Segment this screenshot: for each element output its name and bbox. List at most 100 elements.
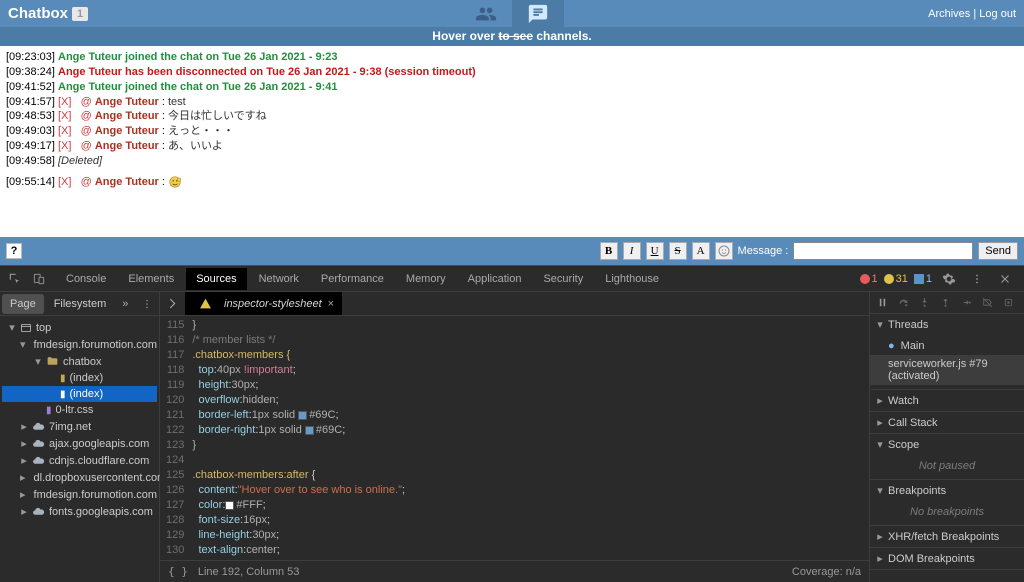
debugger-toolbar — [870, 292, 1024, 314]
step-out-button[interactable] — [935, 292, 955, 314]
members-tab[interactable] — [460, 0, 512, 27]
navigator-more[interactable]: » — [116, 296, 134, 312]
more-button[interactable] — [966, 268, 988, 290]
message-row: [09:41:57] [X] @ Ange Tuteur : test — [6, 95, 1018, 110]
devtools-tab-network[interactable]: Network — [249, 268, 309, 290]
kebab-icon — [970, 272, 984, 286]
file-tab-label: inspector-stylesheet — [224, 298, 322, 310]
thread-main[interactable]: ●Main — [870, 337, 1024, 355]
bold-button[interactable]: B — [600, 242, 618, 260]
delete-message-button[interactable]: [X] — [58, 176, 71, 188]
channels-banner[interactable]: Hover over to see channels. — [0, 27, 1024, 46]
close-devtools-button[interactable] — [994, 268, 1016, 290]
tree-item[interactable]: ▮0-ltr.css — [2, 402, 157, 418]
devtools-tab-console[interactable]: Console — [56, 268, 116, 290]
callstack-section[interactable]: ▸Call Stack — [870, 412, 1024, 433]
filesystem-tab[interactable]: Filesystem — [46, 294, 115, 314]
close-tab-button[interactable]: × — [328, 298, 334, 310]
watch-section[interactable]: ▸Watch — [870, 390, 1024, 411]
username-link[interactable]: Ange Tuteur — [95, 96, 159, 108]
tree-item[interactable]: ▸7img.net — [2, 418, 157, 435]
step-over-button[interactable] — [893, 292, 913, 314]
message-row: [09:23:03] Ange Tuteur joined the chat o… — [6, 50, 1018, 65]
mention-button[interactable]: @ — [81, 176, 92, 188]
username-link[interactable]: Ange Tuteur — [95, 125, 159, 137]
devtools-status: 1 31 1 — [860, 268, 1021, 290]
help-button[interactable]: ? — [6, 243, 22, 259]
pretty-print-button[interactable]: { } — [168, 565, 188, 578]
tree-item[interactable]: ▸fmdesign.forumotion.com — [2, 486, 157, 503]
delete-message-button[interactable]: [X] — [58, 125, 71, 137]
italic-button[interactable]: I — [623, 242, 641, 260]
error-count[interactable]: 1 — [860, 273, 878, 285]
emoji-button[interactable] — [715, 242, 733, 260]
tree-item[interactable]: ▮(index) — [2, 370, 157, 386]
threads-section[interactable]: ▾Threads — [870, 314, 1024, 335]
devtools-tab-security[interactable]: Security — [533, 268, 593, 290]
message-input[interactable] — [793, 242, 973, 260]
logout-link[interactable]: Log out — [979, 8, 1016, 20]
strike-button[interactable]: S — [669, 242, 687, 260]
devtools-tab-application[interactable]: Application — [458, 268, 532, 290]
devtools-tab-memory[interactable]: Memory — [396, 268, 456, 290]
devtools-tab-elements[interactable]: Elements — [118, 268, 184, 290]
archives-link[interactable]: Archives — [928, 8, 970, 20]
pause-button[interactable] — [872, 292, 892, 314]
delete-message-button[interactable]: [X] — [58, 140, 71, 152]
tree-item[interactable]: ▸fonts.googleapis.com — [2, 503, 157, 520]
inspect-element-button[interactable] — [4, 268, 26, 290]
pause-exceptions-button[interactable] — [998, 292, 1018, 314]
message-row: [09:49:17] [X] @ Ange Tuteur : あ、いいよ — [6, 139, 1018, 154]
scope-section[interactable]: ▾Scope — [870, 434, 1024, 455]
color-button[interactable]: A — [692, 242, 710, 260]
smiley-icon — [718, 245, 730, 257]
tree-item[interactable]: ▾chatbox — [2, 353, 157, 370]
editor-footer: { } Line 192, Column 53 Coverage: n/a — [160, 560, 869, 582]
settings-button[interactable] — [938, 268, 960, 290]
step-button[interactable] — [956, 292, 976, 314]
username-link[interactable]: Ange Tuteur — [95, 176, 159, 188]
devtools-tab-sources[interactable]: Sources — [186, 268, 246, 290]
tree-item[interactable]: ▮(index) — [2, 386, 157, 402]
debugger-panel: ▾Threads ●Main serviceworker.js #79 (act… — [869, 292, 1024, 582]
delete-message-button[interactable]: [X] — [58, 110, 71, 122]
thread-serviceworker[interactable]: serviceworker.js #79 (activated) — [870, 355, 1024, 385]
chatbox-header: Chatbox 1 Archives | Log out — [0, 0, 1024, 27]
send-button[interactable]: Send — [978, 242, 1018, 260]
tree-item[interactable]: ▸dl.dropboxusercontent.com — [2, 469, 157, 486]
message-row: [09:41:52] Ange Tuteur joined the chat o… — [6, 80, 1018, 95]
dom-breakpoints-section[interactable]: ▸DOM Breakpoints — [870, 548, 1024, 569]
cursor-position: Line 192, Column 53 — [198, 566, 300, 578]
mention-button[interactable]: @ — [81, 110, 92, 122]
page-tab[interactable]: Page — [2, 294, 44, 314]
underline-button[interactable]: U — [646, 242, 664, 260]
navigator-menu[interactable] — [136, 293, 157, 315]
tree-item[interactable]: ▾fmdesign.forumotion.com — [2, 336, 157, 353]
username-link[interactable]: Ange Tuteur — [95, 140, 159, 152]
mention-button[interactable]: @ — [81, 140, 92, 152]
devtools-tabs: ConsoleElementsSourcesNetworkPerformance… — [56, 268, 669, 290]
mention-button[interactable]: @ — [81, 96, 92, 108]
warning-icon — [199, 297, 212, 310]
kebab-icon — [140, 297, 154, 311]
info-count[interactable]: 1 — [914, 273, 932, 285]
file-tab[interactable]: inspector-stylesheet × — [185, 292, 342, 315]
device-toolbar-button[interactable] — [28, 268, 50, 290]
breakpoints-section[interactable]: ▾Breakpoints — [870, 480, 1024, 501]
tree-item[interactable]: ▾top — [2, 319, 157, 336]
delete-message-button[interactable]: [X] — [58, 96, 71, 108]
warning-count[interactable]: 31 — [884, 273, 908, 285]
chat-icon — [527, 3, 549, 25]
xhr-breakpoints-section[interactable]: ▸XHR/fetch Breakpoints — [870, 526, 1024, 547]
tree-item[interactable]: ▸cdnjs.cloudflare.com — [2, 452, 157, 469]
step-into-button[interactable] — [914, 292, 934, 314]
deactivate-breakpoints-button[interactable] — [977, 292, 997, 314]
devtools-tab-performance[interactable]: Performance — [311, 268, 394, 290]
mention-button[interactable]: @ — [81, 125, 92, 137]
username-link[interactable]: Ange Tuteur — [95, 110, 159, 122]
chat-tab[interactable] — [512, 0, 564, 27]
devtools-tab-lighthouse[interactable]: Lighthouse — [595, 268, 669, 290]
code-editor[interactable]: 1151161171181191201211221231241251261271… — [160, 316, 869, 560]
header-links: Archives | Log out — [928, 8, 1016, 20]
tree-item[interactable]: ▸ajax.googleapis.com — [2, 435, 157, 452]
